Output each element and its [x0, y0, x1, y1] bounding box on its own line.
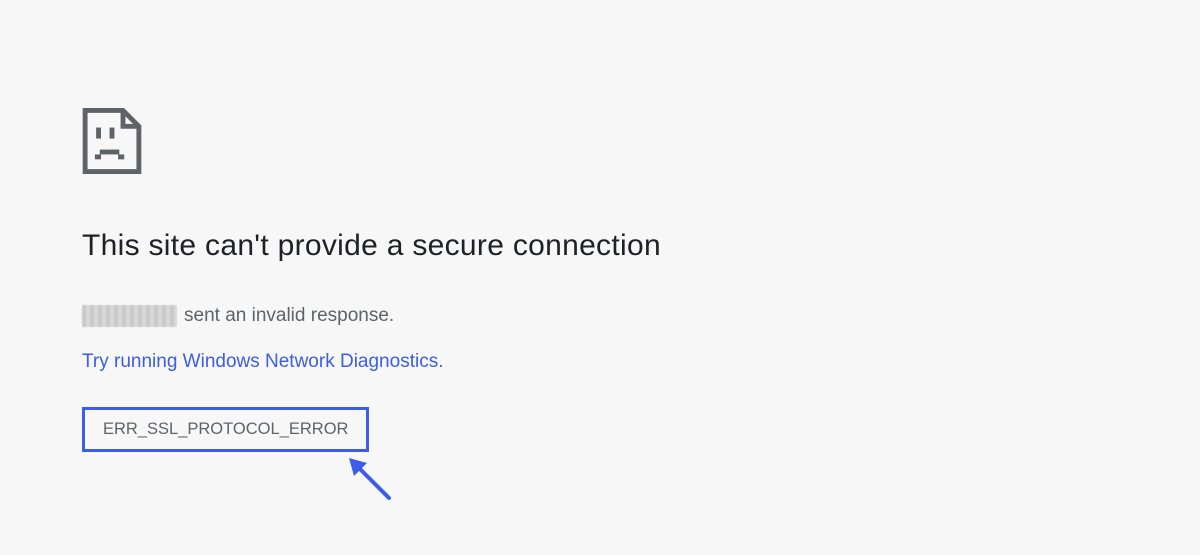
blurred-hostname — [82, 305, 177, 327]
annotation-arrow-icon — [345, 454, 395, 504]
error-content: This site can't provide a secure connect… — [82, 108, 661, 452]
invalid-response-text: sent an invalid response. — [184, 305, 394, 327]
error-code-highlight: ERR_SSL_PROTOCOL_ERROR — [82, 407, 369, 452]
error-page: This site can't provide a secure connect… — [0, 0, 1200, 555]
error-title: This site can't provide a secure connect… — [82, 229, 661, 263]
diagnostics-link[interactable]: Try running Windows Network Diagnostics. — [82, 351, 443, 373]
error-subtitle: sent an invalid response. — [82, 305, 661, 327]
sad-page-icon — [82, 108, 142, 174]
